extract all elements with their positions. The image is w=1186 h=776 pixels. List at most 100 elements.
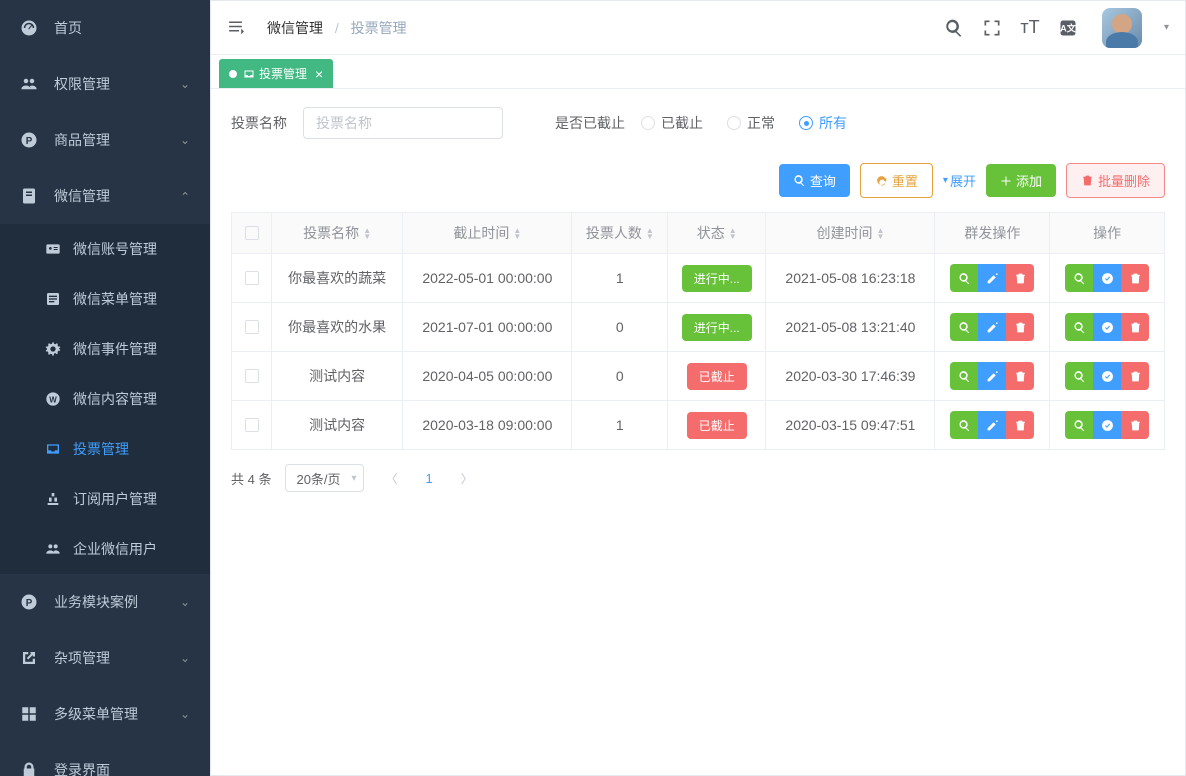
table-column-header[interactable]: 状态▲▼ (668, 213, 766, 254)
table-column-header[interactable]: 投票人数▲▼ (572, 213, 668, 254)
view-button[interactable] (950, 313, 978, 341)
delete-button[interactable] (1006, 264, 1034, 292)
delete-button[interactable] (1006, 362, 1034, 390)
sidebar-subitem[interactable]: 微信菜单管理 (0, 274, 210, 324)
search-icon[interactable] (944, 18, 964, 38)
sidebar-subitem[interactable]: 微信事件管理 (0, 324, 210, 374)
expand-link[interactable]: ▾ 展开 (943, 171, 976, 190)
sidebar-item-label: 微信事件管理 (73, 339, 157, 359)
id-card-icon (45, 241, 61, 257)
radio-label: 正常 (747, 113, 775, 133)
sidebar-item[interactable]: 多级菜单管理⌄ (0, 686, 210, 742)
delete-button[interactable] (1121, 264, 1149, 292)
search-button[interactable]: 查询 (779, 164, 850, 197)
status-badge: 已截止 (687, 412, 747, 439)
view-button[interactable] (950, 362, 978, 390)
view-button[interactable] (1065, 313, 1093, 341)
sidebar-item[interactable]: 登录界面 (0, 742, 210, 776)
breadcrumb-item[interactable]: 微信管理 (267, 20, 323, 36)
sidebar-item[interactable]: 商品管理⌄ (0, 112, 210, 168)
batch-delete-button[interactable]: 批量删除 (1066, 163, 1165, 198)
sidebar-subitem[interactable]: 微信内容管理 (0, 374, 210, 424)
chevron-down-icon: ⌄ (180, 189, 190, 203)
row-checkbox[interactable] (245, 418, 259, 432)
row-checkbox[interactable] (245, 271, 259, 285)
filter-bar: 投票名称 是否已截止 已截止正常所有 (231, 107, 1165, 139)
prev-page-button[interactable]: 〈 (378, 464, 406, 492)
sidebar-subitem[interactable]: 微信账号管理 (0, 224, 210, 274)
header-tools: ᴛT ▾ (944, 8, 1169, 48)
reset-button[interactable]: 重置 (860, 163, 933, 198)
confirm-button[interactable] (1093, 313, 1121, 341)
radio-option[interactable]: 正常 (727, 113, 775, 133)
row-checkbox[interactable] (245, 320, 259, 334)
chevron-down-icon[interactable]: ▾ (1164, 22, 1169, 33)
dashboard-icon (20, 19, 38, 37)
view-button[interactable] (950, 264, 978, 292)
sidebar-item[interactable]: 权限管理⌄ (0, 56, 210, 112)
sidebar-subitem[interactable]: 投票管理 (0, 424, 210, 474)
delete-button[interactable] (1006, 313, 1034, 341)
radio-option[interactable]: 已截止 (641, 113, 703, 133)
add-button[interactable]: 添加 (986, 164, 1056, 197)
radio-option[interactable]: 所有 (799, 113, 847, 133)
avatar[interactable] (1102, 8, 1142, 48)
name-filter-input[interactable] (303, 107, 503, 139)
row-actions (1065, 264, 1149, 292)
menu-toggle-icon[interactable] (227, 18, 247, 38)
org-icon (45, 491, 61, 507)
edit-button[interactable] (978, 362, 1006, 390)
menu-block-icon (45, 291, 61, 307)
close-icon[interactable]: × (315, 66, 323, 82)
table-row: 测试内容 2020-04-05 00:00:00 0 已截止 2020-03-3… (232, 352, 1165, 401)
page-number[interactable]: 1 (420, 471, 439, 486)
sidebar-item[interactable]: 首页 (0, 0, 210, 56)
sidebar-item[interactable]: 微信管理⌄ (0, 168, 210, 224)
confirm-button[interactable] (1093, 264, 1121, 292)
group-send-actions (950, 411, 1034, 439)
confirm-button[interactable] (1093, 362, 1121, 390)
delete-button[interactable] (1121, 313, 1149, 341)
radio-icon (799, 116, 813, 130)
font-size-icon[interactable]: ᴛT (1020, 18, 1040, 38)
view-button[interactable] (1065, 411, 1093, 439)
sidebar-item-label: 首页 (54, 18, 82, 38)
status-filter-label: 是否已截止 (555, 113, 625, 133)
table-column-header[interactable]: 截止时间▲▼ (403, 213, 572, 254)
edit-button[interactable] (978, 264, 1006, 292)
language-icon[interactable] (1058, 18, 1078, 38)
delete-button[interactable] (1006, 411, 1034, 439)
sidebar-item-label: 微信账号管理 (73, 239, 157, 259)
sidebar: 首页权限管理⌄商品管理⌄微信管理⌄微信账号管理微信菜单管理微信事件管理微信内容管… (0, 0, 210, 776)
sidebar-subitem[interactable]: 企业微信用户 (0, 524, 210, 574)
row-checkbox[interactable] (245, 369, 259, 383)
radio-icon (641, 116, 655, 130)
delete-button[interactable] (1121, 411, 1149, 439)
cell-deadline: 2020-04-05 00:00:00 (403, 352, 572, 401)
edit-button[interactable] (978, 411, 1006, 439)
table-column-header[interactable]: 投票名称▲▼ (272, 213, 403, 254)
sidebar-item-label: 业务模块案例 (54, 592, 138, 612)
status-badge: 进行中... (682, 265, 752, 292)
tab-active-dot-icon (229, 70, 237, 78)
view-button[interactable] (1065, 264, 1093, 292)
select-all-checkbox[interactable] (245, 226, 259, 240)
row-actions (1065, 362, 1149, 390)
table-column-header[interactable]: 创建时间▲▼ (766, 213, 935, 254)
sidebar-item[interactable]: 业务模块案例⌄ (0, 574, 210, 630)
delete-button[interactable] (1121, 362, 1149, 390)
next-page-button[interactable]: 〉 (453, 464, 481, 492)
page-size-select[interactable]: 20条/页 (285, 464, 363, 492)
row-actions (1065, 411, 1149, 439)
sidebar-subitem[interactable]: 订阅用户管理 (0, 474, 210, 524)
fullscreen-icon[interactable] (982, 18, 1002, 38)
tab-vote-manage[interactable]: 投票管理 × (219, 59, 333, 88)
edit-button[interactable] (978, 313, 1006, 341)
cell-created: 2020-03-15 09:47:51 (766, 401, 935, 450)
sidebar-item[interactable]: 杂项管理⌄ (0, 630, 210, 686)
action-bar: 查询 重置 ▾ 展开 添加 批量删除 (231, 163, 1165, 198)
view-button[interactable] (1065, 362, 1093, 390)
view-button[interactable] (950, 411, 978, 439)
sidebar-item-label: 权限管理 (54, 74, 110, 94)
confirm-button[interactable] (1093, 411, 1121, 439)
